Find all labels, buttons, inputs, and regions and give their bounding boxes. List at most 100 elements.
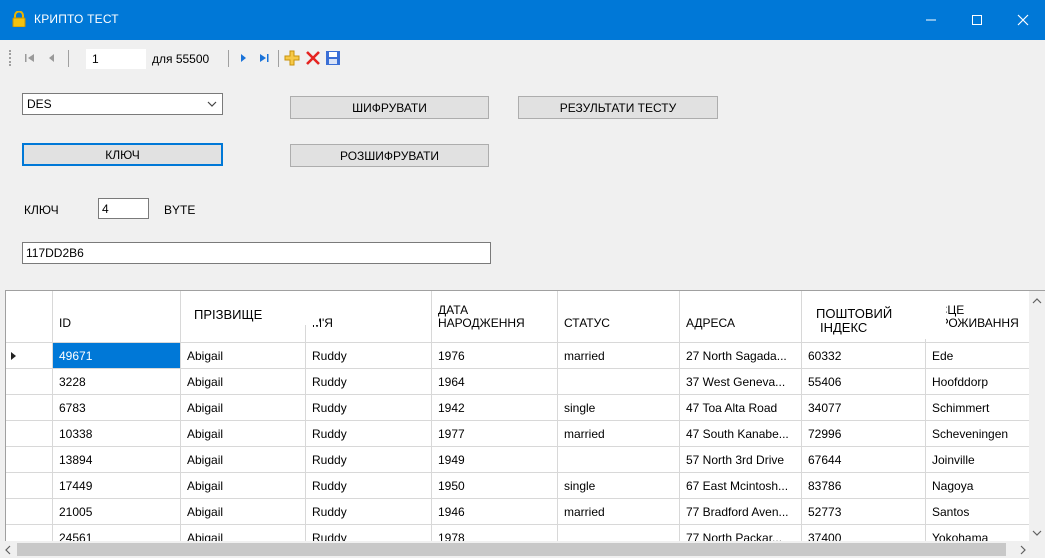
cell-address[interactable]: 47 Toa Alta Road — [680, 395, 802, 421]
table-row[interactable]: 10338 Abigail Ruddy 1977 married 47 South Kan… — [6, 421, 1045, 447]
cell-address[interactable]: 67 East Mcintosh... — [680, 473, 802, 499]
encrypt-button[interactable]: ШИФРУВАТИ — [290, 96, 489, 119]
toolbar-grip[interactable] — [9, 50, 12, 66]
cell-place[interactable]: Santos — [926, 499, 1045, 525]
move-first-button[interactable] — [22, 50, 38, 66]
cell-status[interactable]: married — [558, 499, 680, 525]
cell-address[interactable]: 27 North Sagada... — [680, 343, 802, 369]
move-last-button[interactable] — [256, 50, 272, 66]
cell-place[interactable]: Ede — [926, 343, 1045, 369]
cell-birth[interactable]: 1949 — [432, 447, 558, 473]
move-next-icon — [241, 54, 246, 62]
row-header[interactable] — [6, 369, 53, 395]
table-row[interactable]: 49671 Abigail Ruddy 1976 married 27 North Sag… — [6, 343, 1045, 369]
table-row[interactable]: 21005 Abigail Ruddy 1946 married 77 Bradford … — [6, 499, 1045, 525]
column-header-address[interactable]: АДРЕСА — [680, 291, 802, 343]
cell-name[interactable]: Ruddy — [306, 473, 432, 499]
cell-postal[interactable]: 60332 — [802, 343, 926, 369]
add-new-button[interactable] — [284, 50, 300, 66]
cell-birth[interactable]: 1950 — [432, 473, 558, 499]
row-header[interactable] — [6, 473, 53, 499]
cell-surname[interactable]: Abigail — [181, 369, 306, 395]
column-header-id[interactable]: ID — [53, 291, 181, 343]
column-header-status[interactable]: СТАТУС — [558, 291, 680, 343]
key-value-field[interactable]: 117DD2B6 — [22, 242, 491, 264]
cell-name[interactable]: Ruddy — [306, 369, 432, 395]
cell-name[interactable]: Ruddy — [306, 395, 432, 421]
cell-birth[interactable]: 1942 — [432, 395, 558, 421]
cell-surname[interactable]: Abigail — [181, 421, 306, 447]
cell-name[interactable]: Ruddy — [306, 499, 432, 525]
position-input[interactable] — [86, 49, 146, 69]
minimize-button[interactable] — [908, 0, 954, 40]
cell-name[interactable]: Ruddy — [306, 421, 432, 447]
vertical-scrollbar[interactable] — [1029, 291, 1045, 541]
cell-address[interactable]: 57 North 3rd Drive — [680, 447, 802, 473]
row-header[interactable] — [6, 499, 53, 525]
cell-address[interactable]: 37 West Geneva... — [680, 369, 802, 395]
cell-surname[interactable]: Abigail — [181, 395, 306, 421]
cell-surname[interactable]: Abigail — [181, 343, 306, 369]
column-header-label: ПОШТОВИЙ ІНДЕКС — [816, 307, 892, 335]
cell-birth[interactable]: 1977 — [432, 421, 558, 447]
close-button[interactable] — [1000, 0, 1045, 40]
cell-birth[interactable]: 1964 — [432, 369, 558, 395]
column-header-name[interactable]: М'Я — [306, 291, 432, 343]
test-results-button[interactable]: РЕЗУЛЬТАТИ ТЕСТУ — [518, 96, 718, 119]
cell-surname[interactable]: Abigail — [181, 473, 306, 499]
cell-postal[interactable]: 55406 — [802, 369, 926, 395]
cell-place[interactable]: Nagoya — [926, 473, 1045, 499]
cell-id[interactable]: 10338 — [53, 421, 181, 447]
table-row[interactable]: 17449 Abigail Ruddy 1950 single 67 East Mcint… — [6, 473, 1045, 499]
cell-postal[interactable]: 67644 — [802, 447, 926, 473]
cell-status[interactable]: single — [558, 473, 680, 499]
move-next-button[interactable] — [235, 50, 251, 66]
row-header[interactable] — [6, 447, 53, 473]
algorithm-select[interactable]: DES — [22, 93, 223, 115]
cell-id[interactable]: 17449 — [53, 473, 181, 499]
row-header[interactable] — [6, 343, 53, 369]
cell-status[interactable]: married — [558, 343, 680, 369]
cell-name[interactable]: Ruddy — [306, 343, 432, 369]
cell-place[interactable]: Hoofddorp — [926, 369, 1045, 395]
cell-address[interactable]: 77 Bradford Aven... — [680, 499, 802, 525]
cell-status[interactable] — [558, 369, 680, 395]
cell-postal[interactable]: 52773 — [802, 499, 926, 525]
cell-id[interactable]: 49671 — [53, 343, 181, 369]
cell-status[interactable]: single — [558, 395, 680, 421]
table-row[interactable]: 6783 Abigail Ruddy 1942 single 47 Toa Alta Ro… — [6, 395, 1045, 421]
decrypt-button[interactable]: РОЗШИФРУВАТИ — [290, 144, 489, 167]
cell-id[interactable]: 3228 — [53, 369, 181, 395]
table-row[interactable]: 3228 Abigail Ruddy 1964 37 West Geneva... 554… — [6, 369, 1045, 395]
cell-place[interactable]: Joinville — [926, 447, 1045, 473]
cell-place[interactable]: Scheveningen — [926, 421, 1045, 447]
cell-status[interactable] — [558, 447, 680, 473]
key-button[interactable]: КЛЮЧ — [22, 143, 223, 166]
cell-postal[interactable]: 83786 — [802, 473, 926, 499]
cell-surname[interactable]: Abigail — [181, 499, 306, 525]
cell-surname[interactable]: Abigail — [181, 447, 306, 473]
cell-postal[interactable]: 72996 — [802, 421, 926, 447]
cell-status[interactable]: married — [558, 421, 680, 447]
row-header[interactable] — [6, 421, 53, 447]
cell-postal[interactable]: 34077 — [802, 395, 926, 421]
cell-place[interactable]: Schimmert — [926, 395, 1045, 421]
cell-name[interactable]: Ruddy — [306, 447, 432, 473]
save-button[interactable] — [325, 50, 341, 66]
horizontal-scroll-thumb[interactable] — [17, 543, 1006, 556]
cell-address[interactable]: 47 South Kanabe... — [680, 421, 802, 447]
column-header-birth[interactable]: ДАТА НАРОДЖЕННЯ — [432, 291, 558, 343]
row-header[interactable] — [6, 395, 53, 421]
cell-birth[interactable]: 1946 — [432, 499, 558, 525]
table-row[interactable]: 13894 Abigail Ruddy 1949 57 North 3rd Drive 6… — [6, 447, 1045, 473]
maximize-button[interactable] — [954, 0, 1000, 40]
cell-id[interactable]: 21005 — [53, 499, 181, 525]
cell-birth[interactable]: 1976 — [432, 343, 558, 369]
column-header-label: ДАТА НАРОДЖЕННЯ — [438, 304, 525, 330]
key-size-input[interactable]: 4 — [98, 198, 149, 219]
delete-button[interactable] — [305, 50, 321, 66]
data-grid[interactable]: ID ПРІЗВИЩЕ М'Я ДАТА НАРОДЖЕННЯ СТАТУС АД… — [5, 290, 1045, 558]
move-previous-button[interactable] — [44, 50, 60, 66]
cell-id[interactable]: 13894 — [53, 447, 181, 473]
cell-id[interactable]: 6783 — [53, 395, 181, 421]
